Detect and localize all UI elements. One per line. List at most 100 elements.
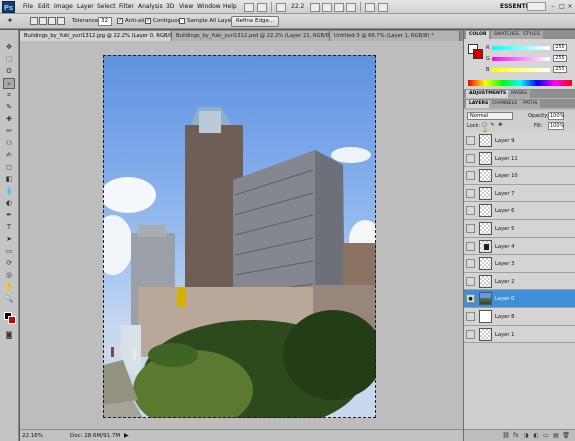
tab-color[interactable]: COLOR: [466, 31, 490, 39]
type-tool-icon[interactable]: T: [3, 222, 15, 233]
background-color-chip[interactable]: [473, 49, 483, 59]
visibility-eye-icon[interactable]: [466, 241, 475, 251]
adjustment-layer-icon[interactable]: ◐: [532, 432, 540, 440]
layer-row[interactable]: Layer 3: [464, 255, 575, 273]
layer-row[interactable]: Layer 5: [464, 219, 575, 238]
blend-mode-select[interactable]: Normal: [467, 112, 513, 120]
layer-row[interactable]: Layer 8: [464, 307, 575, 326]
zoom-tool-icon[interactable]: 🔍: [3, 294, 15, 305]
crop-tool-icon[interactable]: ⌗: [3, 90, 15, 101]
blue-value[interactable]: 255: [553, 66, 567, 73]
subtract-from-selection-icon[interactable]: [48, 17, 56, 25]
marquee-tool-icon[interactable]: ⬚: [3, 54, 15, 65]
visibility-eye-icon[interactable]: [466, 311, 475, 321]
tab-buildings-jpg[interactable]: Buildings_by_Yuki_yuri1312.jpg @ 22.2% (…: [20, 31, 172, 41]
tab-swatches[interactable]: SWATCHES: [491, 31, 523, 39]
eyedropper-tool-icon[interactable]: ✎: [3, 102, 15, 113]
photoshop-logo[interactable]: Ps: [2, 1, 15, 13]
tab-paths[interactable]: PATHS: [520, 100, 541, 108]
hand-icon[interactable]: [310, 3, 320, 12]
menu-select[interactable]: Select: [97, 3, 116, 10]
quick-selection-tool-icon[interactable]: ⌕: [3, 78, 15, 89]
dodge-tool-icon[interactable]: ◐: [3, 198, 15, 209]
visibility-eye-icon[interactable]: [466, 171, 475, 181]
path-selection-tool-icon[interactable]: ➤: [3, 234, 15, 245]
cs-live-button[interactable]: [527, 2, 546, 11]
new-layer-icon[interactable]: ▤: [552, 432, 560, 440]
visibility-eye-icon[interactable]: [466, 223, 475, 233]
opacity-input[interactable]: 100%: [548, 112, 564, 120]
menu-view[interactable]: View: [179, 3, 193, 10]
clone-stamp-tool-icon[interactable]: ⚇: [3, 138, 15, 149]
screen-mode-icon[interactable]: [365, 3, 375, 12]
menu-file[interactable]: File: [23, 3, 33, 10]
contiguous-checkbox[interactable]: ✓: [145, 18, 151, 24]
tab-styles[interactable]: STYLES: [520, 31, 543, 39]
mini-bridge-button[interactable]: [257, 3, 267, 12]
tab-channels[interactable]: CHANNELS: [489, 100, 521, 108]
blue-slider[interactable]: [492, 68, 550, 72]
intersect-selection-icon[interactable]: [57, 17, 65, 25]
menu-3d[interactable]: 3D: [166, 3, 174, 10]
status-menu-arrow[interactable]: ▶: [124, 432, 129, 439]
sample-all-layers-checkbox[interactable]: [179, 18, 185, 24]
quick-mask-icon[interactable]: ◙: [3, 330, 15, 341]
green-value[interactable]: 255: [553, 55, 567, 62]
color-spectrum-ramp[interactable]: [468, 80, 572, 86]
layer-row[interactable]: Layer 2: [464, 272, 575, 291]
layer-style-icon[interactable]: fx: [512, 432, 520, 440]
visibility-eye-icon[interactable]: [466, 329, 475, 339]
layer-row[interactable]: ● Layer 0: [464, 290, 575, 308]
delete-layer-icon[interactable]: 🗑: [562, 432, 570, 440]
menu-edit[interactable]: Edit: [38, 3, 50, 10]
bridge-button[interactable]: [244, 3, 254, 12]
new-group-icon[interactable]: ▭: [542, 432, 550, 440]
menu-help[interactable]: Help: [223, 3, 237, 10]
extras-button[interactable]: [276, 3, 286, 12]
move-tool-icon[interactable]: ✥: [3, 42, 15, 53]
tab-masks[interactable]: MASKS: [508, 90, 530, 98]
lock-icons[interactable]: ▢ ✎ ✥ 🔒: [482, 122, 512, 134]
close-icon[interactable]: ×: [566, 2, 574, 11]
document-image[interactable]: [103, 55, 376, 418]
pen-tool-icon[interactable]: ✒: [3, 210, 15, 221]
refine-edge-button[interactable]: Refine Edge...: [231, 16, 280, 27]
layout-icon[interactable]: [378, 3, 388, 12]
zoom-icon[interactable]: [322, 3, 332, 12]
zoom-level-select[interactable]: 22.2: [291, 3, 304, 10]
visibility-eye-icon[interactable]: [466, 153, 475, 163]
menu-filter[interactable]: Filter: [119, 3, 134, 10]
tab-layers[interactable]: LAYERS: [466, 100, 492, 108]
menu-layer[interactable]: Layer: [77, 3, 94, 10]
visibility-eye-icon[interactable]: [466, 188, 475, 198]
tab-buildings-psd[interactable]: Buildings_by_Yuki_yuri1312.psd @ 22.2% (…: [172, 31, 330, 41]
brush-tool-icon[interactable]: ✏: [3, 126, 15, 137]
magic-wand-icon[interactable]: ✦: [4, 15, 16, 26]
minimize-icon[interactable]: –: [549, 2, 557, 11]
rotate-view-icon[interactable]: [334, 3, 344, 12]
3d-camera-tool-icon[interactable]: ◎: [3, 270, 15, 281]
visibility-eye-icon[interactable]: [466, 276, 475, 286]
lasso-tool-icon[interactable]: ʘ: [3, 66, 15, 77]
visibility-eye-icon[interactable]: [466, 136, 475, 145]
anti-alias-checkbox[interactable]: ✓: [117, 18, 123, 24]
menu-image[interactable]: Image: [54, 3, 73, 10]
hand-tool-icon[interactable]: ✋: [3, 282, 15, 293]
gradient-tool-icon[interactable]: ◧: [3, 174, 15, 185]
arrange-documents-icon[interactable]: [346, 3, 356, 12]
maximize-icon[interactable]: □: [558, 2, 566, 11]
healing-brush-tool-icon[interactable]: ✚: [3, 114, 15, 125]
visibility-eye-icon[interactable]: [466, 259, 475, 269]
layer-row[interactable]: Layer 1: [464, 325, 575, 344]
red-value[interactable]: 255: [553, 44, 567, 51]
layer-row[interactable]: Layer 10: [464, 167, 575, 185]
canvas-area[interactable]: [20, 41, 463, 429]
new-selection-icon[interactable]: [30, 17, 38, 25]
history-brush-tool-icon[interactable]: ✍: [3, 150, 15, 161]
layer-row[interactable]: Layer 9: [464, 132, 575, 150]
menu-window[interactable]: Window: [197, 3, 221, 10]
green-slider[interactable]: [492, 57, 550, 61]
layer-row[interactable]: Layer 4: [464, 237, 575, 256]
layer-row[interactable]: Layer 6: [464, 202, 575, 220]
link-layers-icon[interactable]: ⛓: [502, 432, 510, 440]
